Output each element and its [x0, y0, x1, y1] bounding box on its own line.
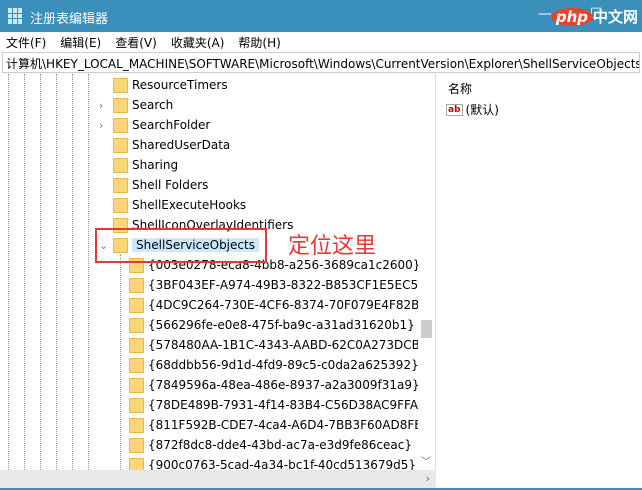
registry-editor-icon: [8, 8, 24, 24]
folder-icon: [129, 357, 144, 373]
menu-file[interactable]: 文件(F): [6, 34, 46, 51]
tree-item-label: {811F592B-CDE7-4ca4-A6D4-7BB3F60AD8FB}: [148, 418, 431, 432]
folder-icon: [129, 457, 144, 470]
folder-icon: [129, 377, 144, 393]
tree-item-label: Shell Folders: [132, 178, 209, 192]
folder-icon: [113, 197, 128, 213]
tree-child-item[interactable]: {3BF043EF-A974-49B3-8322-B853CF1E5EC5}: [129, 275, 426, 295]
tree-item[interactable]: ResourceTimers: [113, 75, 228, 95]
tree-child-item[interactable]: {566296fe-e0e8-475f-ba9c-a31ad31620b1}: [129, 315, 415, 335]
folder-icon: [129, 297, 144, 313]
window-title: 注册表编辑器: [30, 12, 109, 27]
tree-item-label: SearchFolder: [132, 118, 211, 132]
tree-item-label: {78DE489B-7931-4f14-83B4-C56D38AC9FFA}: [148, 398, 426, 412]
folder-icon: [129, 317, 144, 333]
values-pane: 名称 ab (默认): [440, 74, 642, 488]
tree-vertical-scrollbar[interactable]: ﹀: [418, 74, 435, 470]
tree-child-item[interactable]: {811F592B-CDE7-4ca4-A6D4-7BB3F60AD8FB}: [129, 415, 430, 435]
tree-line: [120, 254, 121, 470]
menu-bar: 文件(F) 编辑(E) 查看(V) 收藏夹(A) 帮助(H): [0, 32, 642, 52]
folder-icon: [113, 97, 128, 113]
tree-line: [8, 74, 9, 470]
annotation-label: 定位这里: [288, 234, 377, 259]
tree-item-label: {872f8dc8-dde4-43bd-ac7a-e3d9fe86ceac}: [148, 438, 412, 452]
tree-item-label: {578480AA-1B1C-4343-AABD-62C0A273DCB5}: [148, 338, 436, 352]
tree-line: [40, 74, 41, 470]
menu-view[interactable]: 查看(V): [115, 34, 157, 51]
tree-child-item[interactable]: {7849596a-48ea-486e-8937-a2a3009f31a9}: [129, 375, 420, 395]
scroll-thumb[interactable]: [421, 320, 432, 338]
tree-child-item[interactable]: {578480AA-1B1C-4343-AABD-62C0A273DCB5}: [129, 335, 435, 355]
tree-horizontal-scrollbar[interactable]: ›: [0, 470, 436, 488]
tree-item-label: {4DC9C264-730E-4CF6-8374-70F079E4F82B}: [148, 298, 428, 312]
string-value-icon: ab: [446, 103, 463, 116]
tree-item[interactable]: Shell Folders: [113, 175, 208, 195]
menu-favorites[interactable]: 收藏夹(A): [171, 34, 225, 51]
tree-item-label: Sharing: [132, 158, 179, 172]
tree-item-label: ShellExecuteHooks: [132, 198, 247, 212]
scroll-down-icon[interactable]: ﹀: [421, 453, 431, 468]
column-header-name[interactable]: 名称: [448, 80, 472, 97]
tree-item-label: {900c0763-5cad-4a34-bc1f-40cd513679d5}: [148, 458, 417, 470]
folder-icon: [129, 277, 144, 293]
tree-item-label: {68ddbb56-9d1d-4fd9-89c5-c0da2a625392}: [148, 358, 419, 372]
folder-icon: [113, 177, 128, 193]
tree-item[interactable]: SharedUserData: [113, 135, 230, 155]
watermark-logo: php 中文网: [550, 6, 638, 27]
tree-child-item[interactable]: {68ddbb56-9d1d-4fd9-89c5-c0da2a625392}: [129, 355, 419, 375]
folder-icon: [113, 77, 128, 93]
tree-item-label: {566296fe-e0e8-475f-ba9c-a31ad31620b1}: [148, 318, 415, 332]
address-bar[interactable]: 计算机\HKEY_LOCAL_MACHINE\SOFTWARE\Microsof…: [2, 52, 640, 73]
expand-chevron-icon[interactable]: ›: [99, 99, 103, 112]
folder-icon: [113, 137, 128, 153]
highlight-box: [95, 228, 267, 263]
tree-item-label: {7849596a-48ea-486e-8937-a2a3009f31a9}: [148, 378, 420, 392]
folder-icon: [129, 337, 144, 353]
tree-line: [72, 74, 73, 470]
tree-line: [88, 74, 89, 470]
tree-item[interactable]: ShellExecuteHooks: [113, 195, 246, 215]
registry-tree: ResourceTimers › Search › SearchFolder Shared…: [0, 74, 436, 470]
tree-item[interactable]: Sharing: [113, 155, 178, 175]
tree-child-item[interactable]: {900c0763-5cad-4a34-bc1f-40cd513679d5}: [129, 455, 416, 470]
tree-item-label: SharedUserData: [132, 138, 231, 152]
tree-child-item[interactable]: {872f8dc8-dde4-43bd-ac7a-e3d9fe86ceac}: [129, 435, 412, 455]
tree-child-item[interactable]: {4DC9C264-730E-4CF6-8374-70F079E4F82B}: [129, 295, 427, 315]
tree-item-label: Search: [132, 98, 174, 112]
folder-icon: [113, 157, 128, 173]
tree-item[interactable]: › Search: [99, 95, 174, 115]
folder-icon: [129, 397, 144, 413]
tree-child-item[interactable]: {78DE489B-7931-4f14-83B4-C56D38AC9FFA}: [129, 395, 426, 415]
scroll-right-icon[interactable]: ›: [426, 472, 430, 485]
expand-chevron-icon[interactable]: ›: [99, 119, 103, 132]
tree-line: [56, 74, 57, 470]
tree-item-label: {3BF043EF-A974-49B3-8322-B853CF1E5EC5}: [148, 278, 426, 292]
tree-item[interactable]: › SearchFolder: [99, 115, 211, 135]
folder-icon: [129, 437, 144, 453]
menu-help[interactable]: 帮助(H): [238, 34, 280, 51]
menu-edit[interactable]: 编辑(E): [60, 34, 101, 51]
tree-item-label: ResourceTimers: [132, 78, 228, 92]
title-bar: 注册表编辑器 — ☐ php 中文网: [0, 0, 642, 32]
folder-icon: [129, 417, 144, 433]
folder-icon: [113, 117, 128, 133]
value-name: (默认): [465, 103, 499, 117]
value-row-default[interactable]: ab (默认): [446, 101, 499, 118]
tree-line: [24, 74, 25, 470]
